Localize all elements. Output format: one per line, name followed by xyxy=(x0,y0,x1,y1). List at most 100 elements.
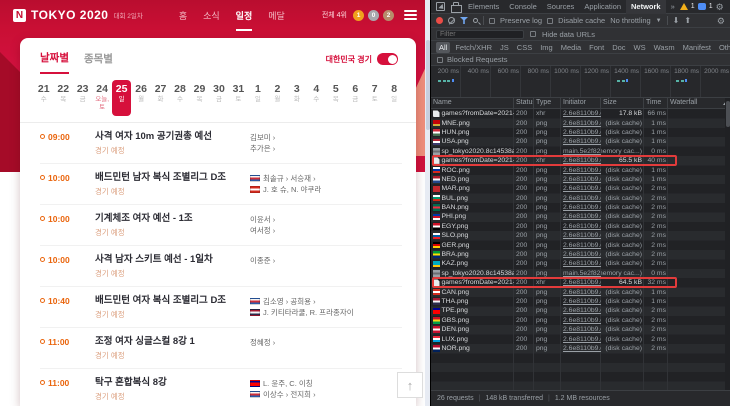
date-cell-5[interactable]: 5목 xyxy=(326,80,345,116)
request-initiator[interactable]: main.5e2f82:1 xyxy=(561,270,601,277)
request-initiator[interactable]: 2.6e8110b9.c... xyxy=(561,185,601,192)
athlete-entry[interactable]: 정혜정 › xyxy=(250,337,402,348)
korea-filter-toggle[interactable] xyxy=(377,53,398,65)
network-request-row[interactable]: sp_tokyo2020.8c14538a... 200 png main.5e2f8… xyxy=(431,147,730,156)
nav-item-홈[interactable]: 홈 xyxy=(179,0,187,31)
device-toolbar-icon[interactable] xyxy=(451,2,462,13)
network-request-row[interactable]: games?fromDate=2021-... 200 xhr 2.6e8110b9.… xyxy=(431,277,730,289)
naver-logo-icon[interactable]: N xyxy=(13,8,26,22)
request-initiator[interactable]: 2.6e8110b9.c... xyxy=(561,298,601,305)
column-header-name[interactable]: Name xyxy=(431,98,514,108)
request-initiator[interactable]: 2.6e8110b9.c... xyxy=(561,204,601,211)
chip-ws[interactable]: WS xyxy=(631,42,649,53)
network-request-row[interactable]: ROC.png200 png 2.6e8110b9.c... (disk cache)… xyxy=(431,165,730,174)
chip-js[interactable]: JS xyxy=(497,42,512,53)
export-har-icon[interactable]: ⬆ xyxy=(684,16,691,25)
devtools-tab-sources[interactable]: Sources xyxy=(542,0,580,14)
preserve-log-checkbox[interactable] xyxy=(489,17,495,24)
request-initiator[interactable]: 2.6e8110b9.c... xyxy=(561,251,601,258)
network-request-row[interactable]: games?fromDate=2021-... 200 xhr 2.6e8110b9.… xyxy=(431,154,730,166)
request-initiator[interactable]: 2.6e8110b9.c... xyxy=(561,336,601,343)
request-initiator[interactable]: 2.6e8110b9.c... xyxy=(561,138,601,145)
date-cell-29[interactable]: 29 목 xyxy=(190,80,209,116)
filter-funnel-icon[interactable] xyxy=(460,17,468,24)
date-cell-23[interactable]: 23 금 xyxy=(73,80,92,116)
athlete-entry[interactable]: J. 키티타라쿨, R. 프라종자이 xyxy=(250,307,402,318)
chip-font[interactable]: Font xyxy=(586,42,607,53)
network-request-row[interactable]: MNE.png200 png 2.6e8110b9.c... (disk cache)… xyxy=(431,118,730,127)
athlete-entry[interactable]: L. 윤주, C. 이칭 xyxy=(250,378,402,389)
throttling-select[interactable]: No throttling xyxy=(610,16,650,25)
date-cell-22[interactable]: 22 목 xyxy=(53,80,72,116)
request-initiator[interactable]: 2.6e8110b9.c... xyxy=(561,232,601,239)
date-cell-3[interactable]: 3화 xyxy=(287,80,306,116)
network-request-row[interactable]: NED.png200 png 2.6e8110b9.c... (disk cache)… xyxy=(431,175,730,184)
athlete-entry[interactable]: 이상수 › 전지희 › xyxy=(250,389,402,400)
network-request-row[interactable]: EGY.png200 png 2.6e8110b9.c... (disk cache)… xyxy=(431,222,730,231)
date-cell-8[interactable]: 8일 xyxy=(384,80,403,116)
request-initiator[interactable]: 2.6e8110b9.c... xyxy=(561,260,601,267)
schedule-row[interactable]: 10:40 배드민턴 여자 복식 조별리그 D조 경기 예정 김소영 › 공희용 › J… xyxy=(40,287,402,328)
athlete-entry[interactable]: J. 호 슈, N. 야쿠라 xyxy=(250,184,402,195)
chip-other[interactable]: Other xyxy=(716,42,730,53)
request-initiator[interactable]: 2.6e8110b9.c... xyxy=(561,242,601,249)
network-request-row[interactable]: BRA.png200 png 2.6e8110b9.c... (disk cache)… xyxy=(431,250,730,259)
filter-input[interactable] xyxy=(436,29,524,39)
tab-by-date[interactable]: 날짜별 xyxy=(40,50,69,74)
network-request-row[interactable]: MAR.png200 png 2.6e8110b9.c... (disk cache)… xyxy=(431,184,730,193)
devtools-scrollbar[interactable] xyxy=(725,98,730,390)
date-cell-26[interactable]: 26 월 xyxy=(131,80,150,116)
clear-icon[interactable] xyxy=(448,17,455,24)
network-request-row[interactable]: USA.png200 png 2.6e8110b9.c... (disk cache)… xyxy=(431,137,730,146)
request-initiator[interactable]: 2.6e8110b9.c... xyxy=(561,120,601,127)
date-cell-6[interactable]: 6금 xyxy=(346,80,365,116)
network-request-row[interactable]: games?fromDate=2021-... 200 xhr 2.6e8110b9.… xyxy=(431,109,730,118)
athlete-entry[interactable]: 최솔규 › 서승재 › xyxy=(250,173,402,184)
chip-manifest[interactable]: Manifest xyxy=(680,42,714,53)
schedule-row[interactable]: 11:00 탁구 혼합복식 8강 경기 예정 L. 윤주, C. 이칭 이상수 › 전지… xyxy=(40,369,402,406)
network-request-row[interactable]: THA.png200 png 2.6e8110b9.c... (disk cache)… xyxy=(431,297,730,306)
network-request-row[interactable]: NOR.png200 png 2.6e8110b9.c... (disk cache)… xyxy=(431,344,730,353)
nav-item-일정[interactable]: 일정 xyxy=(235,0,253,31)
date-cell-31[interactable]: 31 토 xyxy=(229,80,248,116)
request-initiator[interactable]: 2.6e8110b9.c... xyxy=(561,129,601,136)
column-header-type[interactable]: Type xyxy=(534,98,561,108)
request-initiator[interactable]: 2.6e8110b9.c... xyxy=(561,223,601,230)
request-initiator[interactable]: 2.6e8110b9.c... xyxy=(561,213,601,220)
column-header-size[interactable]: Size xyxy=(601,98,644,108)
date-cell-4[interactable]: 4수 xyxy=(307,80,326,116)
request-initiator[interactable]: 2.6e8110b9.c... xyxy=(561,176,601,183)
devtools-tab-elements[interactable]: Elements xyxy=(463,0,504,14)
request-initiator[interactable]: 2.6e8110b9.c... xyxy=(561,110,601,117)
network-request-row[interactable]: HUN.png200 png 2.6e8110b9.c... (disk cache)… xyxy=(431,128,730,137)
schedule-row[interactable]: 11:00 조정 여자 싱글스컬 8강 1 경기 예정 정혜정 › xyxy=(40,328,402,369)
athlete-entry[interactable]: 이윤서 › xyxy=(250,214,402,225)
request-initiator[interactable]: 2.6e8110b9.c... xyxy=(561,317,601,324)
record-button[interactable] xyxy=(436,17,443,24)
date-cell-28[interactable]: 28 수 xyxy=(170,80,189,116)
date-cell-27[interactable]: 27 화 xyxy=(151,80,170,116)
date-cell-7[interactable]: 7토 xyxy=(365,80,384,116)
chip-media[interactable]: Media xyxy=(558,42,584,53)
network-request-row[interactable]: GBS.png200 png 2.6e8110b9.c... (disk cache)… xyxy=(431,316,730,325)
site-title[interactable]: TOKYO 2020 xyxy=(31,8,108,22)
nav-item-소식[interactable]: 소식 xyxy=(203,0,220,31)
column-header-waterfall[interactable]: Waterfall xyxy=(668,98,726,108)
disable-cache-checkbox[interactable] xyxy=(547,17,554,24)
network-request-row[interactable]: sp_tokyo2020.8c14538a... 200 png main.5e2f8… xyxy=(431,269,730,278)
athlete-entry[interactable]: 이종준 › xyxy=(250,255,402,266)
date-cell-21[interactable]: 21 수 xyxy=(34,80,53,116)
request-initiator[interactable]: 2.6e8110b9.c... xyxy=(561,167,601,174)
network-overview-timeline[interactable]: 200 ms 400 ms 600 ms 800 ms 1000 ms 1200 ms 14… xyxy=(431,66,730,98)
athlete-entry[interactable]: 추가은 › xyxy=(250,143,402,154)
column-header-status[interactable]: Status xyxy=(514,98,534,108)
request-initiator[interactable]: 2.6e8110b9.c... xyxy=(561,307,601,314)
network-request-row[interactable]: BAN.png200 png 2.6e8110b9.c... (disk cache)… xyxy=(431,203,730,212)
network-request-row[interactable]: SLO.png200 png 2.6e8110b9.c... (disk cache)… xyxy=(431,231,730,240)
request-initiator[interactable]: 2.6e8110b9.c... xyxy=(561,195,601,202)
network-request-row[interactable]: BUL.png200 png 2.6e8110b9.c... (disk cache)… xyxy=(431,194,730,203)
hamburger-menu-icon[interactable] xyxy=(404,10,417,20)
request-initiator[interactable]: main.5e2f82:1 xyxy=(561,148,601,155)
scroll-to-top-button[interactable]: ↑ xyxy=(397,372,423,398)
issues-icon[interactable] xyxy=(697,3,706,10)
